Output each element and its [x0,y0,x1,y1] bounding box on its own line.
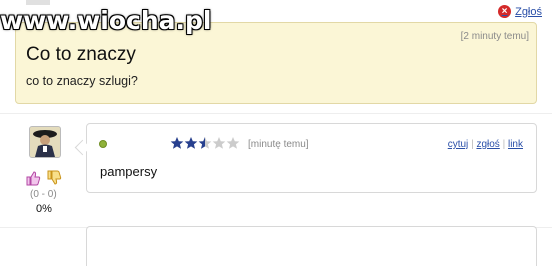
question-time: [2 minuty temu] [460,31,529,42]
report-question-link[interactable]: × Zgłoś [498,5,542,18]
answer-box: [minutę temu] cytuj | zgłoś | link pampe… [86,123,537,193]
divider [0,113,552,114]
star-icon[interactable] [170,136,184,150]
thumb-down-icon[interactable] [46,170,62,186]
avatar[interactable] [29,126,61,158]
star-icon[interactable] [184,136,198,150]
answer-body: pampersy [100,164,158,179]
online-dot-icon [99,140,107,148]
star-icon[interactable] [198,136,212,150]
star-icon[interactable] [226,136,240,150]
avatar-image [30,127,60,157]
rating-stars [170,136,240,150]
action-separator: | [471,139,474,150]
star-icon[interactable] [212,136,226,150]
vote-count: (0 - 0) [30,189,57,200]
question-title: Co to znaczy [26,44,136,65]
watermark-logo: www.wiocha.pl [0,6,212,35]
action-separator: | [502,139,506,150]
thumb-up-icon[interactable] [25,170,41,186]
vote-percent: 0% [36,203,52,215]
answer-time: [minutę temu] [248,139,309,150]
answer-actions: cytuj | zgłoś | link [448,139,523,150]
next-answer-box [86,226,537,266]
question-body: co to znaczy szlugi? [26,74,138,88]
report-label: Zgłoś [515,5,542,18]
report-x-icon: × [498,5,512,18]
report-answer-link[interactable]: zgłoś [476,139,499,150]
quote-link[interactable]: cytuj [448,139,469,150]
permalink-link[interactable]: link [508,139,523,150]
top-edge-bar [26,0,50,5]
